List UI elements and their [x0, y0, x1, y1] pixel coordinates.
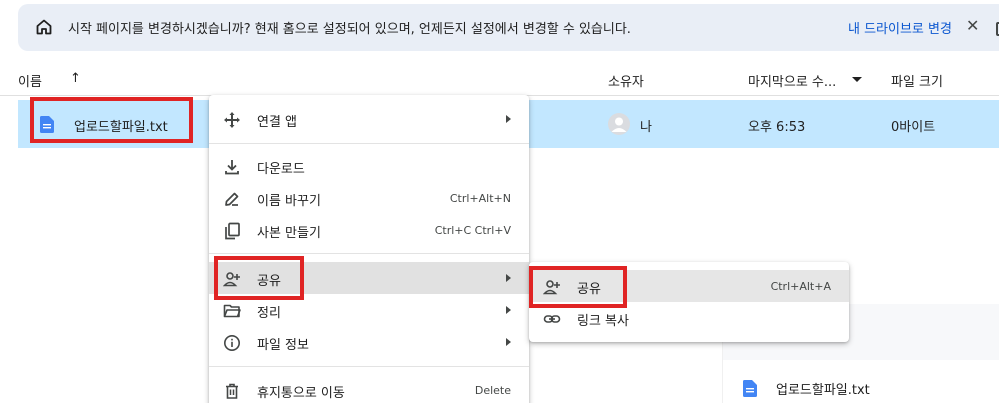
chevron-right-icon — [506, 274, 511, 282]
sort-arrow-icon[interactable]: ↑ — [70, 71, 81, 86]
chevron-right-icon — [506, 115, 511, 123]
menu-item-label: 다운로드 — [257, 162, 305, 177]
info-icon — [223, 334, 241, 352]
menu-item-label: 이름 바꾸기 — [257, 194, 321, 209]
menu-item-open-with[interactable]: 연결 앱 — [209, 103, 529, 135]
copy-icon — [223, 222, 241, 240]
column-owner: 소유자 — [608, 75, 644, 90]
highlight-box-share-menu — [214, 256, 304, 300]
menu-item-label: 링크 복사 — [577, 314, 629, 329]
change-to-my-drive-link[interactable]: 내 드라이브로 변경 — [848, 18, 952, 37]
column-name[interactable]: 이름 — [18, 71, 42, 90]
details-file-name: 업로드할파일.txt — [776, 383, 870, 398]
column-size: 파일 크기 — [891, 75, 943, 90]
banner-message: 시작 페이지를 변경하시겠습니까? 현재 홈으로 설정되어 있으며, 언제든지 … — [68, 22, 631, 37]
menu-item-move-to-trash[interactable]: 휴지통으로 이동 Delete — [209, 374, 529, 403]
highlight-box-file — [30, 97, 193, 143]
menu-item-rename[interactable]: 이름 바꾸기 Ctrl+Alt+N — [209, 182, 529, 214]
home-icon — [36, 19, 52, 35]
pencil-icon — [223, 190, 241, 208]
size-value: 0바이트 — [891, 120, 936, 135]
start-page-banner: 시작 페이지를 변경하시겠습니까? 현재 홈으로 설정되어 있으며, 언제든지 … — [18, 4, 999, 51]
chevron-right-icon — [506, 338, 511, 346]
menu-item-download[interactable]: 다운로드 — [209, 150, 529, 182]
caret-down-icon[interactable] — [852, 77, 862, 82]
chevron-right-icon — [506, 306, 511, 314]
divider — [209, 253, 529, 254]
menu-item-make-copy[interactable]: 사본 만들기 Ctrl+C Ctrl+V — [209, 214, 529, 246]
menu-item-file-info[interactable]: 파일 정보 — [209, 326, 529, 358]
shortcut: Ctrl+Alt+N — [449, 192, 511, 205]
context-menu: 연결 앱 다운로드 이름 바꾸기 Ctrl+Alt+N 사본 만들기 Ctrl+… — [209, 95, 529, 403]
menu-item-label: 연결 앱 — [257, 115, 298, 130]
modified-value: 오후 6:53 — [748, 120, 806, 135]
menu-item-label: 사본 만들기 — [257, 226, 321, 241]
link-icon — [543, 310, 561, 328]
menu-item-label: 정리 — [257, 306, 281, 321]
shortcut: Ctrl+C Ctrl+V — [434, 224, 511, 237]
owner-value: 나 — [640, 120, 652, 135]
highlight-box-share-submenu — [529, 266, 627, 308]
file-list-header: 이름 ↑ 소유자 마지막으로 수... 파일 크기 — [0, 62, 999, 96]
column-modified[interactable]: 마지막으로 수... — [748, 71, 836, 90]
download-icon — [223, 158, 241, 176]
menu-item-label: 휴지통으로 이동 — [257, 386, 345, 401]
folder-open-icon — [223, 302, 241, 320]
close-icon[interactable]: ✕ — [966, 16, 979, 35]
avatar — [608, 113, 630, 135]
divider — [209, 366, 529, 367]
shortcut: Ctrl+Alt+A — [770, 280, 831, 293]
shortcut: Delete — [474, 384, 511, 397]
doc-file-icon — [743, 380, 757, 397]
trash-icon — [223, 382, 241, 400]
move-arrows-icon — [223, 111, 241, 129]
divider — [209, 143, 529, 144]
menu-item-label: 파일 정보 — [257, 338, 309, 353]
